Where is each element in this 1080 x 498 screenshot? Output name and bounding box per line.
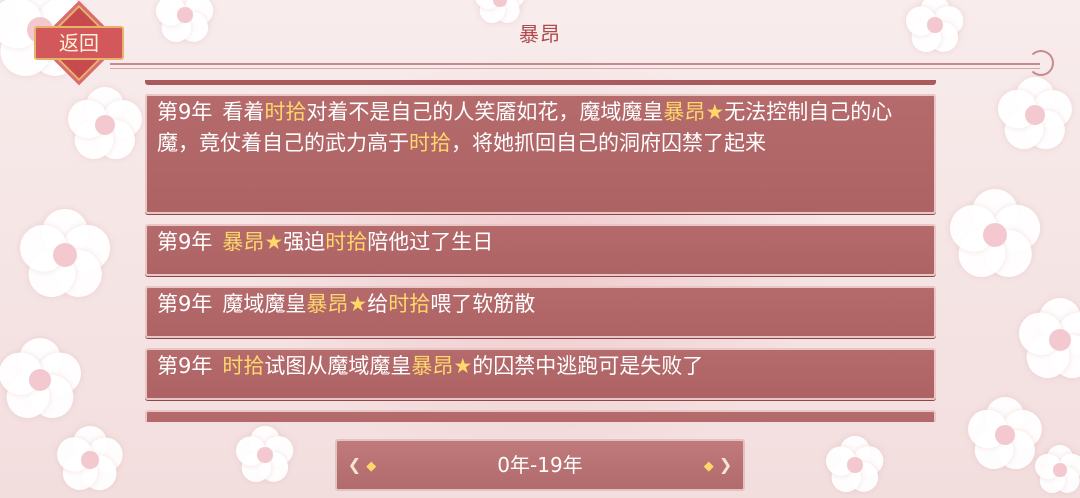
blossom-decoration	[10, 200, 120, 310]
blossom-decoration	[50, 420, 130, 498]
blossom-decoration	[1010, 290, 1080, 390]
character-name: 时拾	[325, 230, 368, 254]
character-name: 时拾	[388, 292, 431, 316]
event-year: 第9年	[157, 292, 213, 316]
character-name: 暴昂	[663, 100, 706, 124]
event-text: 给	[367, 292, 389, 316]
character-name: 时拾	[222, 354, 265, 378]
page-title: 暴昂	[519, 22, 561, 46]
event-item-partial	[145, 410, 936, 422]
event-year: 第9年	[157, 230, 213, 254]
event-item: 第9年 看着时拾对着不是自己的人笑靥如花，魔域魔皇暴昂★无法控制自己的心魔，竟仗着…	[145, 94, 936, 214]
star-icon: ★	[348, 292, 368, 316]
character-name: 时拾	[409, 131, 451, 155]
character-name: 暴昂	[411, 354, 454, 378]
back-button[interactable]: 返回	[30, 4, 124, 82]
year-range-selector[interactable]: ❮ ◆ 0年-19年 ◆ ❯	[335, 439, 745, 491]
event-year: 第9年	[157, 354, 213, 378]
event-text: 魔域魔皇	[222, 292, 307, 316]
blossom-decoration	[1030, 440, 1080, 498]
star-icon: ★	[705, 100, 725, 124]
event-item: 第9年 时拾试图从魔域魔皇暴昂★的囚禁中逃跑可是失败了	[145, 348, 936, 400]
event-item: 第9年 暴昂★强迫时拾陪他过了生日	[145, 224, 936, 276]
character-name: 暴昂	[306, 292, 349, 316]
event-text: 试图从魔域魔皇	[264, 354, 412, 378]
character-name: 时拾	[264, 100, 307, 124]
blossom-decoration	[60, 80, 150, 170]
header-divider	[110, 63, 1040, 65]
event-text: 喂了软筋散	[430, 292, 536, 316]
event-item: 第9年 魔域魔皇暴昂★给时拾喂了软筋散	[145, 286, 936, 338]
year-range-label: 0年-19年	[497, 453, 583, 477]
event-text: 强迫	[283, 230, 326, 254]
previous-event-edge	[145, 80, 936, 85]
event-text: 陪他过了生日	[367, 230, 494, 254]
blossom-decoration	[230, 420, 300, 490]
blossom-decoration	[940, 180, 1050, 290]
event-year: 第9年	[157, 100, 213, 124]
event-text: 看着	[222, 100, 265, 124]
header-ornament-icon	[1028, 50, 1054, 76]
event-text: 对着不是自己的人笑靥如花，魔域魔皇	[306, 100, 664, 124]
blossom-decoration	[990, 70, 1080, 160]
event-text: 的囚禁中逃跑可是失败了	[472, 354, 704, 378]
event-list[interactable]: 第9年 看着时拾对着不是自己的人笑靥如花，魔域魔皇暴昂★无法控制自己的心魔，竟仗着…	[145, 80, 936, 422]
back-button-label[interactable]: 返回	[34, 26, 124, 60]
star-icon: ★	[453, 354, 473, 378]
chevron-right-icon[interactable]: ◆ ❯	[699, 444, 737, 486]
blossom-decoration	[0, 330, 90, 430]
blossom-decoration	[820, 430, 890, 498]
star-icon: ★	[264, 230, 284, 254]
header-divider-thin	[110, 68, 1040, 69]
character-name: 暴昂	[222, 230, 265, 254]
event-text: ，将她抓回自己的洞府囚禁了起来	[451, 131, 766, 155]
